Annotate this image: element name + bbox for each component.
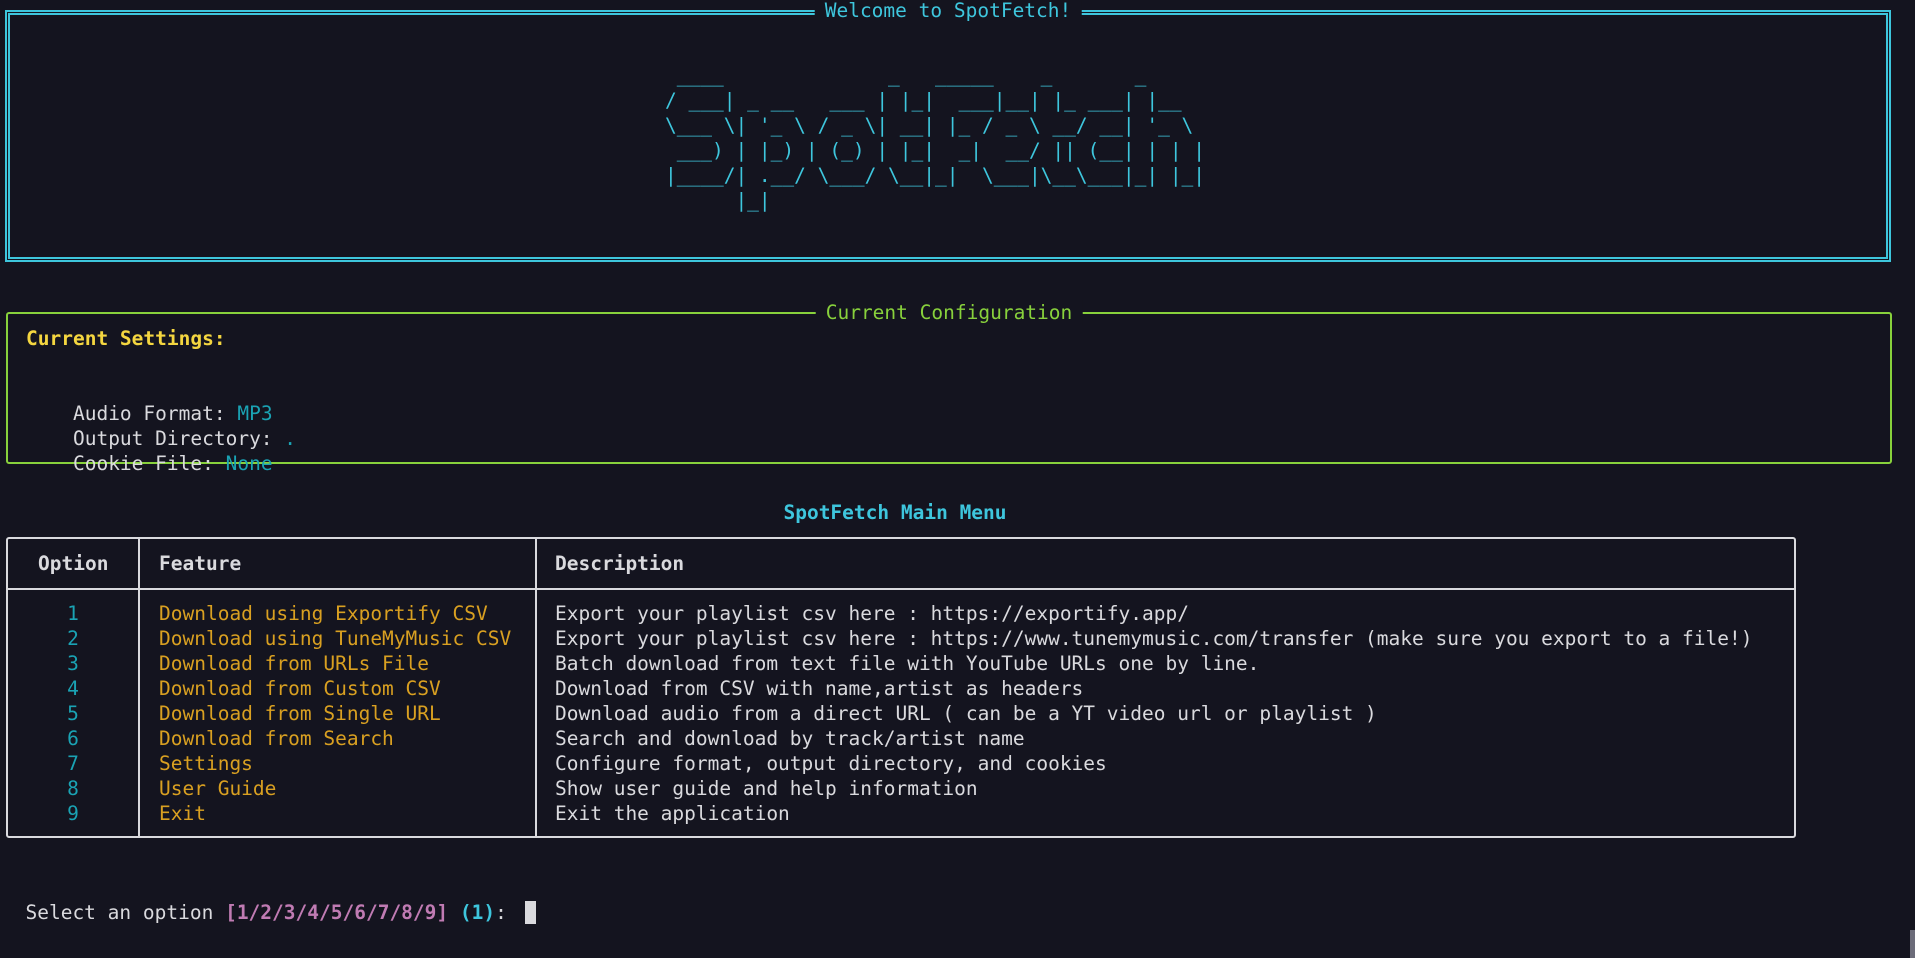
menu-feature: Exit [159,802,206,825]
text-cursor[interactable] [524,901,536,924]
menu-feature: Download from Custom CSV [159,677,441,700]
setting-value: None [225,452,273,475]
setting-label: Cookie File: [72,452,226,475]
menu-feature: Download using TuneMyMusic CSV [159,627,512,650]
welcome-title: Welcome to SpotFetch! [814,0,1082,23]
menu-option-number: 2 [67,627,79,650]
main-menu-table: Option Feature Description 1 Download usi… [6,537,1796,838]
menu-description: Show user guide and help information [555,777,978,800]
menu-option-number: 7 [67,752,79,775]
ascii-logo-banner: ____ _ _____ _ _ / ___| _ __ ___ | |_| _… [665,64,1206,212]
header-option: Option [38,552,109,575]
menu-description: Batch download from text file with YouTu… [555,652,1260,675]
setting-value: . [284,427,297,450]
menu-option-number: 4 [67,677,79,700]
menu-feature: Download from Single URL [159,702,441,725]
menu-option-number: 6 [67,727,79,750]
menu-description: Exit the application [555,802,790,825]
menu-feature: User Guide [159,777,277,800]
menu-option-number: 9 [67,802,79,825]
prompt-text: Select an option [25,901,226,924]
menu-description: Download from CSV with name,artist as he… [555,677,1084,700]
configuration-title: Current Configuration [815,300,1083,325]
menu-option-number: 1 [67,602,79,625]
menu-description: Export your playlist csv here : https://… [555,627,1753,650]
current-settings-heading: Current Settings: [26,327,226,350]
scrollbar-thumb[interactable] [1910,930,1915,958]
menu-option-number: 8 [67,777,79,800]
menu-feature: Download from URLs File [159,652,430,675]
option-prompt[interactable]: Select an option [1/2/3/4/5/6/7/8/9] (1)… [2,875,536,925]
welcome-panel: Welcome to SpotFetch! ____ _ _____ _ _ /… [5,0,1891,262]
menu-feature: Download using Exportify CSV [159,602,488,625]
prompt-suffix: : [495,901,519,924]
menu-description: Search and download by track/artist name [555,727,1025,750]
menu-feature: Download from Search [159,727,394,750]
column-divider [138,539,140,836]
prompt-choices: [1/2/3/4/5/6/7/8/9] [225,901,449,924]
menu-description: Export your playlist csv here : https://… [555,602,1189,625]
column-divider [535,539,537,836]
menu-description: Download audio from a direct URL ( can b… [555,702,1377,725]
configuration-panel: Current Configuration Current Settings: … [6,300,1892,475]
menu-option-number: 3 [67,652,79,675]
header-divider [8,588,1794,590]
menu-option-number: 5 [67,702,79,725]
header-description: Description [555,552,685,575]
prompt-default: (1) [459,901,496,924]
menu-description: Configure format, output directory, and … [555,752,1107,775]
header-feature: Feature [159,552,242,575]
cookie-file-setting: Cookie File: None [26,426,273,501]
menu-feature: Settings [159,752,253,775]
main-menu-title: SpotFetch Main Menu [783,501,1007,524]
